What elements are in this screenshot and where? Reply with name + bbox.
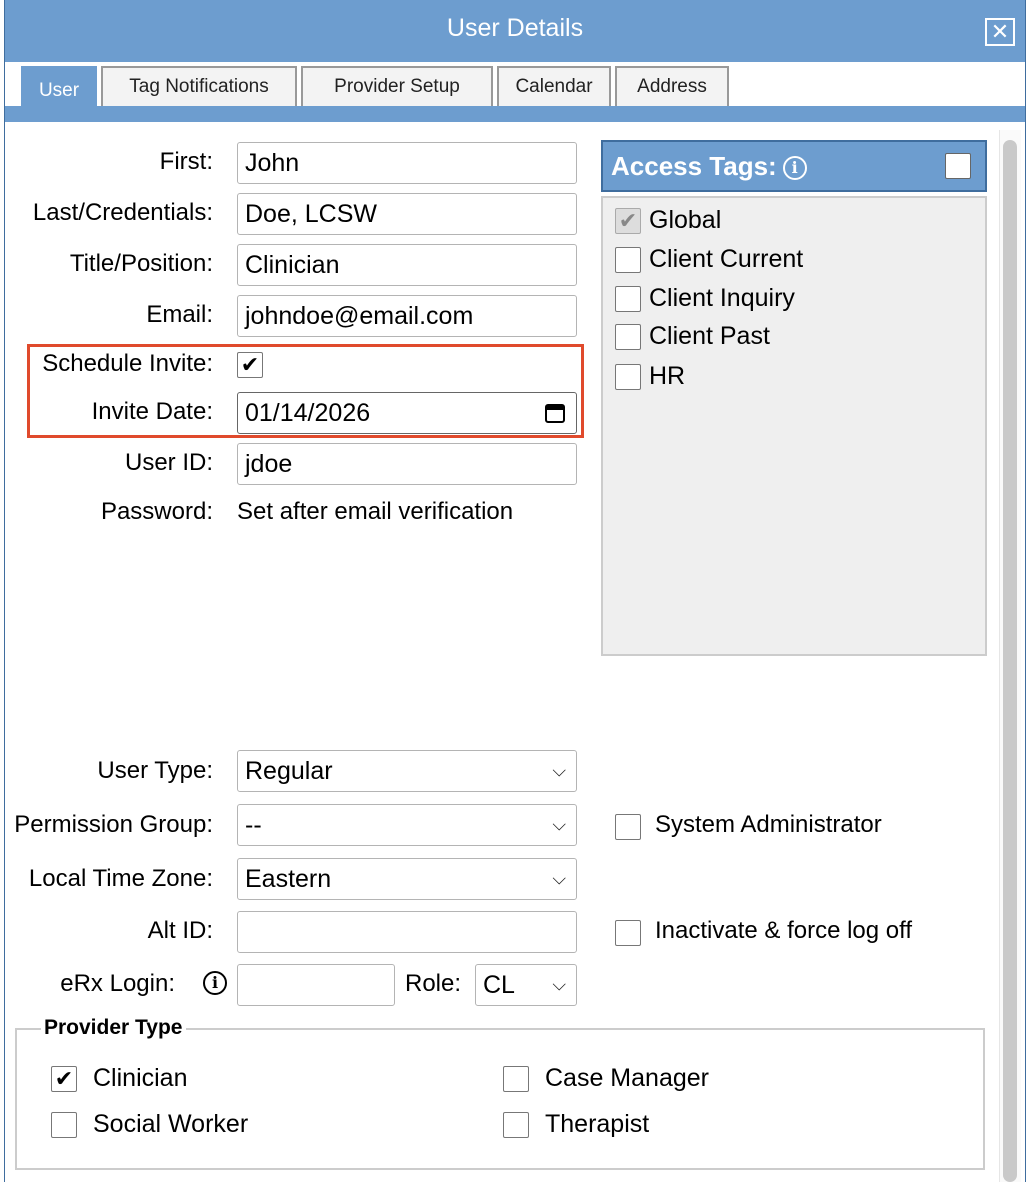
access-tags-select-all-checkbox[interactable] (945, 153, 971, 179)
system-admin-checkbox[interactable] (615, 814, 641, 840)
title-position-input[interactable]: Clinician (237, 244, 577, 286)
therapist-label: Therapist (545, 1110, 650, 1138)
info-icon[interactable]: i (203, 971, 227, 995)
email-input[interactable]: johndoe@email.com (237, 295, 577, 337)
invite-date-label: Invite Date: (91, 398, 213, 425)
checkmark-icon: ✔ (240, 352, 260, 377)
user-type-label: User Type: (97, 757, 213, 784)
tab-address[interactable]: Address (615, 66, 729, 106)
system-admin-label: System Administrator (655, 811, 882, 838)
role-select[interactable]: CL ⌵ (475, 964, 577, 1006)
access-tags-list: ✔ Global Client Current Client Inquiry C… (601, 196, 987, 656)
provider-type-fieldset: Provider Type ✔ Clinician Case Manager S… (15, 1016, 985, 1170)
tab-calendar[interactable]: Calendar (497, 66, 611, 106)
social-worker-label: Social Worker (93, 1110, 249, 1138)
case-manager-label: Case Manager (545, 1064, 709, 1092)
role-label: Role: (405, 970, 462, 997)
tag-global-checkbox: ✔ (615, 208, 641, 234)
chevron-down-icon: ⌵ (552, 868, 566, 889)
therapist-checkbox[interactable] (503, 1112, 529, 1138)
last-credentials-input[interactable]: Doe, LCSW (237, 193, 577, 235)
clinician-label: Clinician (93, 1064, 188, 1092)
inactivate-label: Inactivate & force log off (655, 917, 913, 944)
access-tags-title: Access Tags: (611, 151, 777, 181)
password-label: Password: (100, 498, 213, 525)
social-worker-checkbox[interactable] (51, 1112, 77, 1138)
info-icon[interactable]: i (782, 156, 807, 180)
access-tags-header: Access Tags: i (601, 140, 987, 192)
calendar-icon[interactable] (544, 402, 566, 424)
schedule-invite-checkbox[interactable]: ✔ (237, 352, 263, 378)
password-value: Set after email verification (237, 498, 514, 525)
user-id-label: User ID: (124, 449, 213, 476)
first-label: First: (159, 148, 213, 175)
email-label: Email: (146, 301, 213, 328)
tab-underline (5, 106, 1025, 122)
erx-login-input[interactable] (237, 964, 395, 1006)
tag-hr-label: HR (649, 362, 686, 390)
close-icon: ✕ (990, 19, 1010, 44)
tag-client-current-label: Client Current (649, 245, 804, 273)
tag-client-past-checkbox[interactable] (615, 324, 641, 350)
user-type-value: Regular (245, 756, 333, 785)
tag-hr-checkbox[interactable] (615, 364, 641, 390)
user-id-input[interactable]: jdoe (237, 443, 577, 485)
first-name-input[interactable]: John (237, 142, 577, 184)
tab-provider-setup[interactable]: Provider Setup (301, 66, 493, 106)
inactivate-checkbox[interactable] (615, 920, 641, 946)
chevron-down-icon: ⌵ (552, 760, 566, 781)
tag-global-label: Global (649, 206, 722, 234)
user-details-dialog: User Details ✕ User Tag Notifications Pr… (4, 0, 1026, 1182)
time-zone-value: Eastern (245, 864, 332, 893)
tab-tag-notifications[interactable]: Tag Notifications (101, 66, 297, 106)
role-value: CL (483, 970, 515, 999)
time-zone-label: Local Time Zone: (28, 865, 213, 892)
checkmark-icon: ✔ (54, 1066, 74, 1091)
last-label: Last/Credentials: (32, 199, 213, 226)
dialog-titlebar: User Details ✕ (5, 0, 1025, 62)
tag-client-current-checkbox[interactable] (615, 247, 641, 273)
permission-group-select[interactable]: -- ⌵ (237, 804, 577, 846)
case-manager-checkbox[interactable] (503, 1066, 529, 1092)
erx-login-label: eRx Login: (60, 970, 175, 997)
user-type-select[interactable]: Regular ⌵ (237, 750, 577, 792)
provider-type-legend: Provider Type (41, 1016, 186, 1040)
scrollbar-thumb[interactable] (1003, 140, 1017, 1182)
tag-client-inquiry-label: Client Inquiry (649, 284, 795, 312)
close-button[interactable]: ✕ (985, 18, 1015, 46)
permission-group-label: Permission Group: (14, 811, 213, 838)
user-tab-content: First: John Last/Credentials: Doe, LCSW … (5, 122, 1005, 1182)
invite-date-input[interactable]: 01/14/2026 (237, 392, 577, 434)
title-position-label: Title/Position: (69, 250, 213, 277)
alt-id-label: Alt ID: (147, 917, 213, 944)
tag-client-past-label: Client Past (649, 322, 770, 350)
schedule-invite-label: Schedule Invite: (42, 350, 213, 377)
alt-id-input[interactable] (237, 911, 577, 953)
chevron-down-icon: ⌵ (552, 814, 566, 835)
permission-group-value: -- (245, 810, 262, 839)
time-zone-select[interactable]: Eastern ⌵ (237, 858, 577, 900)
checkmark-icon: ✔ (618, 208, 638, 233)
clinician-checkbox[interactable]: ✔ (51, 1066, 77, 1092)
tab-bar: User Tag Notifications Provider Setup Ca… (5, 66, 1025, 114)
tag-client-inquiry-checkbox[interactable] (615, 286, 641, 312)
chevron-down-icon: ⌵ (552, 974, 566, 995)
dialog-title: User Details (446, 14, 584, 42)
invite-date-value: 01/14/2026 (245, 398, 371, 427)
